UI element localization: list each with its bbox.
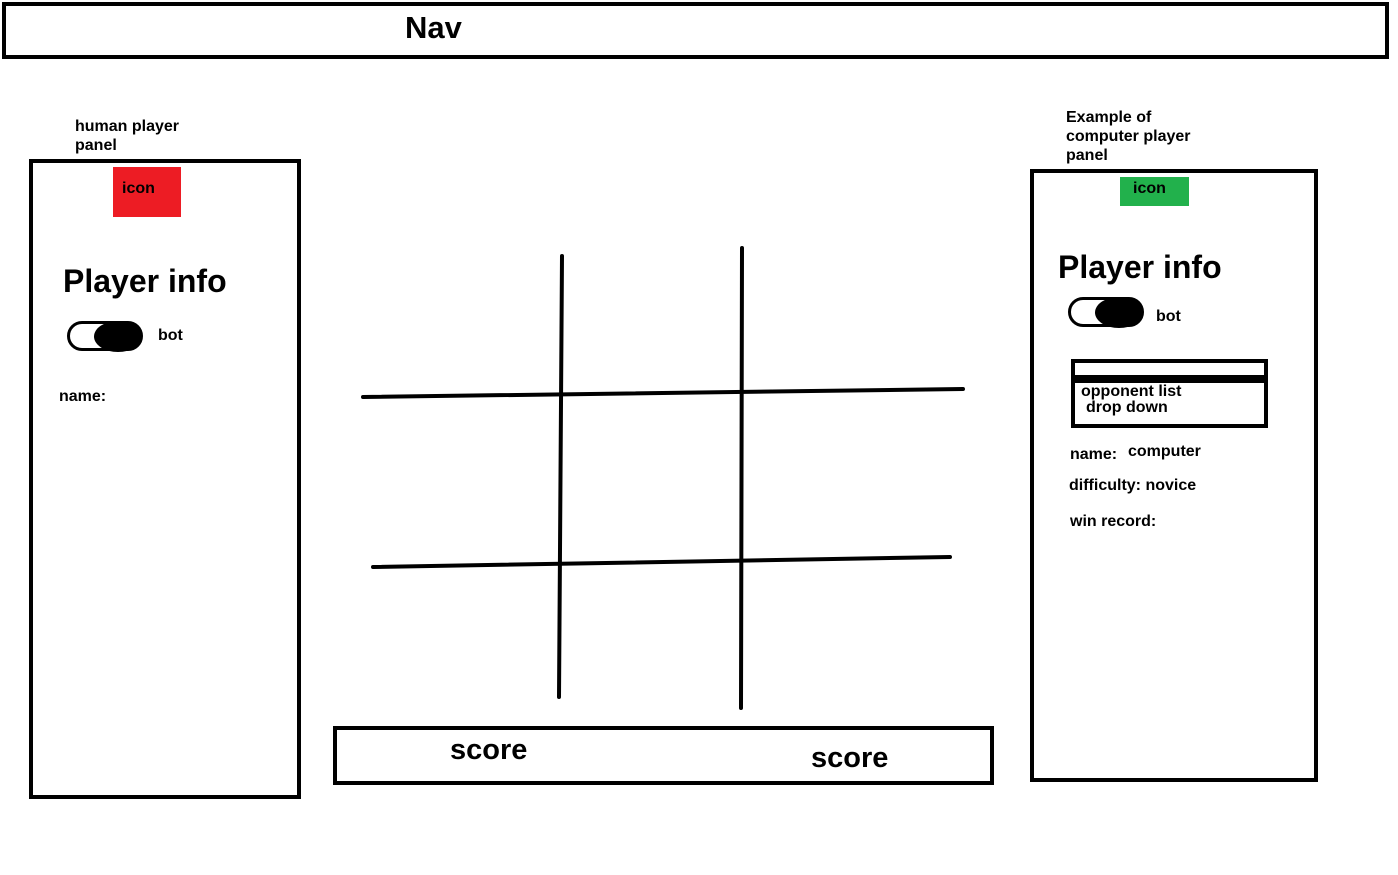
right-score: score — [811, 742, 889, 774]
left-score: score — [450, 734, 528, 766]
board-vertical-line-2 — [739, 246, 744, 710]
board-horizontal-line-2 — [371, 555, 952, 569]
board-horizontal-line-1 — [361, 387, 965, 399]
score-bar — [333, 726, 994, 785]
board-vertical-line-1 — [557, 254, 564, 699]
